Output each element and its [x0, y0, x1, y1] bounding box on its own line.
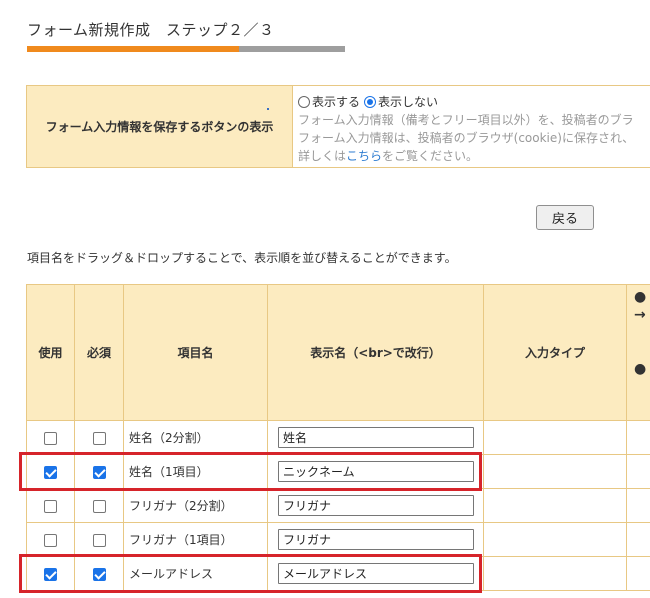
details-link[interactable]: こちら — [346, 149, 382, 163]
required-cell — [74, 522, 124, 557]
required-cell — [74, 420, 124, 455]
table-row[interactable]: 姓名（1項目） — [26, 454, 650, 489]
required-cell — [74, 488, 124, 523]
use-checkbox[interactable] — [44, 431, 57, 445]
marker-dot — [267, 108, 269, 110]
use-checkbox[interactable] — [44, 499, 57, 513]
page: フォーム新規作成 ステップ２／３ フォーム入力情報を保存するボタンの表示 表示す… — [0, 0, 650, 598]
table-row[interactable]: フリガナ（2分割） — [26, 488, 650, 523]
required-cell — [74, 556, 124, 591]
input-type-cell — [483, 420, 627, 455]
radio-show-label[interactable]: 表示する — [312, 93, 360, 111]
use-cell — [26, 420, 75, 455]
table-row[interactable]: 姓名（2分割） — [26, 420, 650, 455]
notes-cell — [626, 556, 650, 591]
display-name-cell — [267, 488, 484, 523]
col-required: 必須 — [74, 284, 124, 421]
item-name[interactable]: フリガナ（1項目） — [123, 522, 268, 557]
back-button[interactable]: 戻る — [536, 205, 594, 230]
step-progress-bar — [27, 46, 345, 52]
input-type-cell — [483, 556, 627, 591]
step-progress-fill — [27, 46, 240, 52]
col-display-name: 表示名（<br>で改行） — [267, 284, 484, 421]
items-table-body: 姓名（2分割）姓名（1項目）フリガナ（2分割）フリガナ（1項目）メールアドレス — [26, 420, 650, 591]
display-name-input[interactable] — [278, 529, 474, 550]
notes-cell — [626, 488, 650, 523]
required-checkbox[interactable] — [92, 499, 106, 513]
save-button-setting-options: 表示する 表示しない フォーム入力情報（備考とフリー項目以外）を、投稿者のブラ … — [293, 86, 650, 167]
display-name-cell — [267, 522, 484, 557]
table-row[interactable]: フリガナ（1項目） — [26, 522, 650, 557]
radio-show[interactable] — [298, 96, 310, 108]
notes-cell — [626, 522, 650, 557]
input-type-cell — [483, 454, 627, 489]
table-row[interactable]: メールアドレス — [26, 556, 650, 591]
required-checkbox[interactable] — [92, 533, 106, 547]
required-cell — [74, 454, 124, 489]
save-button-setting-label: フォーム入力情報を保存するボタンの表示 — [27, 86, 293, 167]
radio-hide[interactable] — [364, 96, 377, 108]
note-arrow: → — [634, 307, 646, 323]
use-cell — [26, 522, 75, 557]
item-name[interactable]: フリガナ（2分割） — [123, 488, 268, 523]
item-name[interactable]: メールアドレス — [123, 556, 268, 591]
notes-cell — [626, 420, 650, 455]
display-name-input[interactable] — [278, 495, 474, 516]
display-name-cell — [267, 556, 484, 591]
required-checkbox[interactable] — [92, 465, 106, 479]
required-checkbox[interactable] — [92, 567, 106, 581]
use-cell — [26, 556, 75, 591]
notes-cell — [626, 454, 650, 489]
setting-note-line: フォーム入力情報（備考とフリー項目以外）を、投稿者のブラ — [298, 113, 634, 127]
input-type-cell — [483, 522, 627, 557]
note-bullet: ● — [634, 289, 647, 305]
use-cell — [26, 454, 75, 489]
col-item-name: 項目名 — [123, 284, 268, 421]
save-button-setting: フォーム入力情報を保存するボタンの表示 表示する 表示しない フォーム入力情報（… — [26, 85, 650, 168]
display-name-input[interactable] — [278, 461, 474, 482]
use-cell — [26, 488, 75, 523]
display-name-cell — [267, 420, 484, 455]
setting-note-line: 詳しくはこちらをご覧ください。 — [298, 149, 479, 163]
input-type-cell — [483, 488, 627, 523]
setting-note-line: フォーム入力情報は、投稿者のブラウザ(cookie)に保存され、 — [298, 131, 635, 145]
display-name-input[interactable] — [278, 427, 474, 448]
col-use: 使用 — [26, 284, 75, 421]
radio-group: 表示する 表示しない — [298, 93, 650, 111]
col-input-type: 入力タイプ — [483, 284, 627, 421]
use-checkbox[interactable] — [44, 533, 57, 547]
radio-hide-label[interactable]: 表示しない — [378, 93, 438, 111]
display-name-input[interactable] — [278, 563, 474, 584]
table-header-row: 使用 必須 項目名 表示名（<br>で改行） 入力タイプ ● → ● — [26, 284, 650, 421]
display-name-cell — [267, 454, 484, 489]
drag-instruction: 項目名をドラッグ＆ドロップすることで、表示順を並び替えることができます。 — [27, 251, 457, 265]
col-notes: ● → ● — [626, 284, 650, 421]
use-checkbox[interactable] — [44, 567, 57, 581]
page-title: フォーム新規作成 ステップ２／３ — [27, 21, 275, 39]
use-checkbox[interactable] — [44, 465, 57, 479]
required-checkbox[interactable] — [92, 431, 106, 445]
item-name[interactable]: 姓名（2分割） — [123, 420, 268, 455]
item-name[interactable]: 姓名（1項目） — [123, 454, 268, 489]
items-table: 使用 必須 項目名 表示名（<br>で改行） 入力タイプ ● → ● 姓名（2分… — [26, 284, 650, 591]
note-bullet: ● — [634, 361, 647, 377]
